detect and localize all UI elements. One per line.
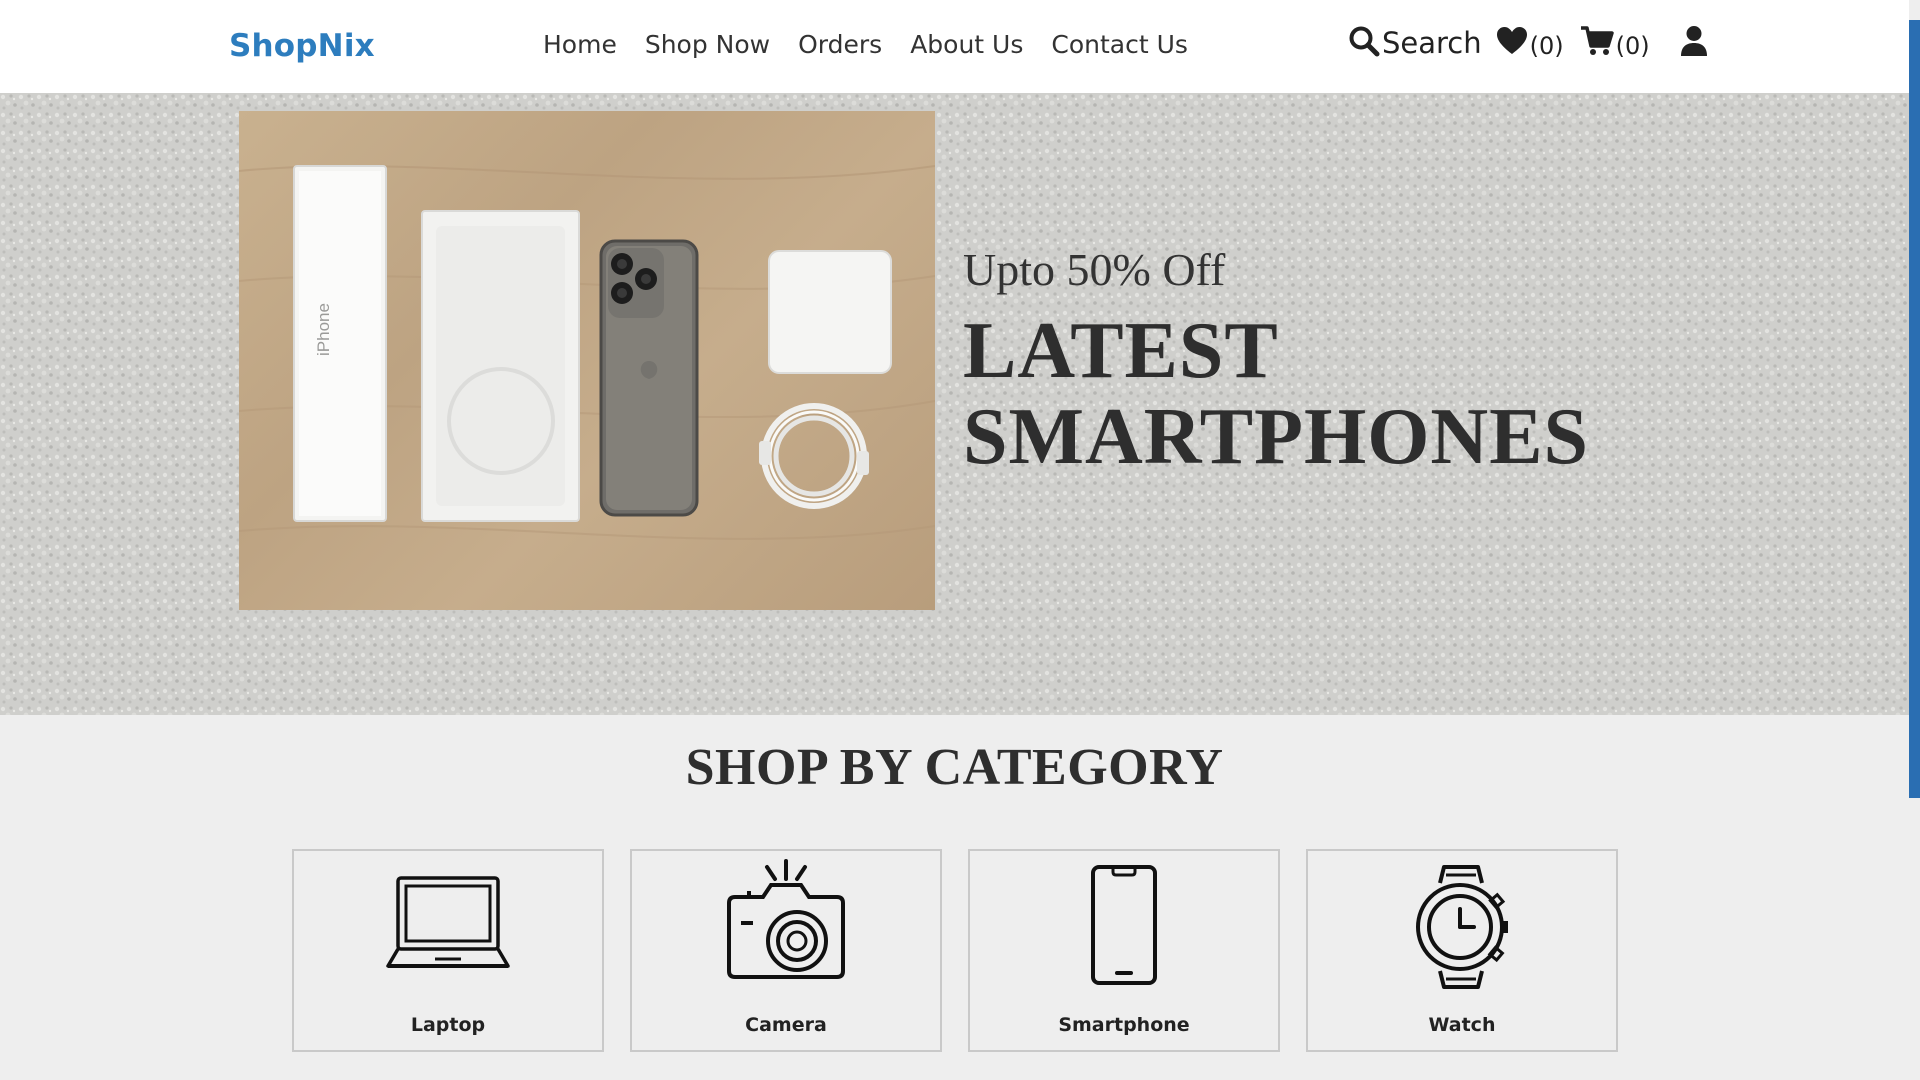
category-label-laptop: Laptop [410, 1014, 486, 1036]
box-label: iPhone [314, 303, 333, 356]
site-header: ShopNix Home Shop Now Orders About Us Co… [0, 0, 1909, 93]
hero-title-line1: LATEST [963, 307, 1279, 395]
nav-about-us[interactable]: About Us [910, 30, 1023, 59]
hero-discount: Upto 50% Off [963, 244, 1226, 295]
laptop-icon [383, 863, 513, 977]
hero-product-image: iPhone [239, 111, 935, 610]
user-icon [1680, 25, 1708, 61]
hero-title: LATEST SMARTPHONES [963, 308, 1589, 480]
nav-home[interactable]: Home [543, 30, 617, 59]
cart-count: (0) [1615, 32, 1650, 60]
watch-icon [1412, 863, 1512, 995]
cart-icon [1580, 25, 1614, 61]
search-label: Search [1382, 26, 1482, 60]
category-label-camera: Camera [745, 1014, 827, 1036]
category-section-title: SHOP BY CATEGORY [685, 739, 1224, 796]
category-label-smartphone: Smartphone [1058, 1014, 1190, 1036]
smartphone-icon [1089, 863, 1159, 991]
wishlist-button[interactable]: (0) [1496, 26, 1564, 60]
category-card-laptop[interactable]: Laptop [292, 849, 604, 1052]
account-button[interactable] [1680, 25, 1708, 61]
nav-orders[interactable]: Orders [798, 30, 882, 59]
hero-text-block: Upto 50% Off LATEST SMARTPHONES [963, 243, 1589, 480]
search-button[interactable]: Search [1348, 25, 1482, 61]
nav-shop-now[interactable]: Shop Now [645, 30, 770, 59]
cart-button[interactable]: (0) [1580, 25, 1650, 61]
scroll-accent-bar [1909, 20, 1920, 798]
header-actions: Search (0) (0) [1348, 25, 1708, 61]
heart-icon [1496, 26, 1528, 60]
hero-title-line2: SMARTPHONES [963, 393, 1590, 481]
category-card-watch[interactable]: Watch [1306, 849, 1618, 1052]
main-nav: Home Shop Now Orders About Us Contact Us [543, 30, 1188, 59]
category-card-camera[interactable]: Camera [630, 849, 942, 1052]
category-label-watch: Watch [1428, 1014, 1496, 1036]
nav-contact-us[interactable]: Contact Us [1051, 30, 1188, 59]
category-card-smartphone[interactable]: Smartphone [968, 849, 1280, 1052]
search-icon [1348, 25, 1380, 61]
site-logo[interactable]: ShopNix [229, 28, 375, 64]
camera-icon [721, 859, 851, 986]
category-grid: Laptop Camera Smartphone Watch [292, 849, 1618, 1052]
wishlist-count: (0) [1529, 32, 1564, 60]
hero-banner[interactable]: iPhone Upto 50% Off LATEST SMARTPHONES [0, 93, 1909, 715]
